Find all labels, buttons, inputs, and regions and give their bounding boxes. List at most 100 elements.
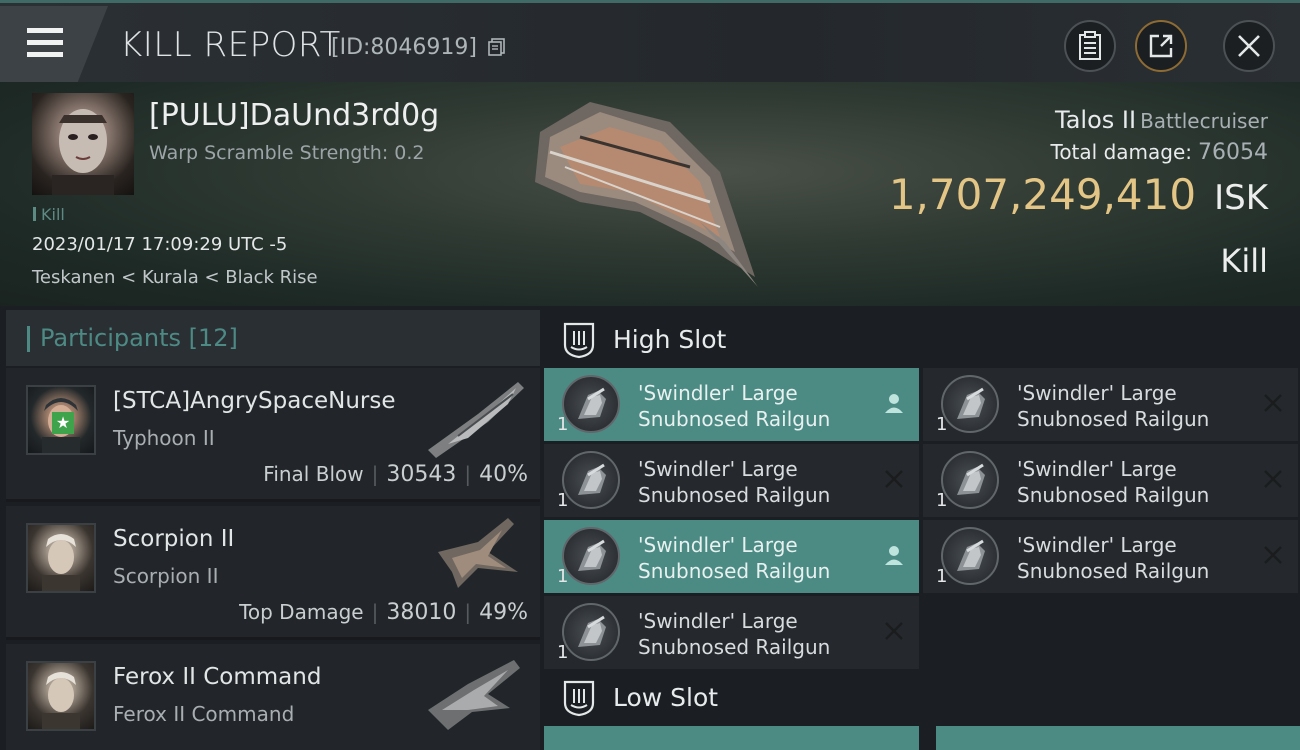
share-icon <box>1149 34 1173 58</box>
participant-percent: 49% <box>479 600 528 625</box>
victim-ship-image[interactable] <box>520 92 770 297</box>
final-blow-star-icon: ★ <box>52 412 74 434</box>
total-damage-label: Total damage: <box>1050 140 1193 164</box>
participant-name: [STCA]AngrySpaceNurse <box>113 388 396 414</box>
warp-scramble: Warp Scramble Strength: 0.2 <box>149 142 425 164</box>
participant-percent: 40% <box>479 462 528 487</box>
module-name-line2: Snubnosed Railgun <box>638 483 831 507</box>
report-button[interactable] <box>1064 20 1116 72</box>
module-name-line2: Snubnosed Railgun <box>638 559 831 583</box>
participant-stats: Final Blow | 30543 | 40% <box>263 462 528 487</box>
participants-label: Participants <box>40 324 181 352</box>
isk-amount: 1,707,249,410 <box>888 170 1197 219</box>
participant-row[interactable]: ★ [STCA]AngrySpaceNurse Typhoon II Final… <box>6 368 540 502</box>
module-quantity: 1 <box>936 414 948 435</box>
module-card[interactable]: 1 'Swindler' Large Snubnosed Railgun <box>544 520 919 593</box>
low-slot-icon <box>563 680 595 717</box>
module-name-line2: Snubnosed Railgun <box>1017 559 1210 583</box>
participant-row[interactable]: Ferox II Command Ferox II Command <box>6 644 540 750</box>
module-name-line1: 'Swindler' Large <box>638 609 798 633</box>
victim-ship-name: Talos II <box>1055 106 1137 134</box>
kill-datetime: 2023/01/17 17:09:29 UTC -5 <box>32 234 288 255</box>
module-name-line2: Snubnosed Railgun <box>1017 407 1210 431</box>
close-button[interactable] <box>1223 20 1275 72</box>
participant-stats: Top Damage | 38010 | 49% <box>239 600 528 625</box>
module-name: 'Swindler' Large Snubnosed Railgun <box>1017 380 1247 432</box>
page-title: KILL REPORT <box>120 25 341 65</box>
destroyed-x-icon <box>1264 546 1282 564</box>
railgun-icon <box>941 451 999 509</box>
low-slot-module[interactable] <box>936 726 1300 750</box>
module-card[interactable]: 1 'Swindler' Large Snubnosed Railgun <box>544 368 919 441</box>
module-quantity: 1 <box>557 642 569 663</box>
railgun-icon <box>941 375 999 433</box>
module-quantity: 1 <box>936 566 948 587</box>
participants-count: [12] <box>188 324 238 352</box>
participant-name: Ferox II Command <box>113 664 322 690</box>
module-name-line1: 'Swindler' Large <box>1017 381 1177 405</box>
participant-ship: Scorpion II <box>113 564 219 588</box>
module-card[interactable]: 1 'Swindler' Large Snubnosed Railgun <box>923 368 1298 441</box>
railgun-icon <box>562 451 620 509</box>
participants-header[interactable]: Participants [12] <box>6 310 540 366</box>
participant-portrait <box>26 661 96 731</box>
module-card[interactable]: 1 'Swindler' Large Snubnosed Railgun <box>544 444 919 517</box>
participants-panel: Participants [12] ★ [STCA]AngrySpaceNurs… <box>6 310 540 750</box>
menu-icon <box>27 28 63 58</box>
report-icon <box>1079 31 1101 60</box>
victim-ship-class: Battlecruiser <box>1140 109 1268 133</box>
railgun-icon <box>562 527 620 585</box>
participant-damage: 38010 <box>386 600 457 625</box>
victim-face-image <box>52 109 114 195</box>
copy-icon[interactable] <box>487 37 507 57</box>
railgun-icon <box>562 603 620 661</box>
module-quantity: 1 <box>936 490 948 511</box>
destroyed-x-icon <box>885 622 903 640</box>
victim-portrait[interactable] <box>32 93 134 195</box>
module-name-line1: 'Swindler' Large <box>638 533 798 557</box>
module-quantity: 1 <box>557 566 569 587</box>
module-name: 'Swindler' Large Snubnosed Railgun <box>638 456 868 508</box>
isk-value: 1,707,249,410 ISK <box>889 170 1268 219</box>
victim-ship[interactable]: Talos II Battlecruiser <box>1055 106 1268 134</box>
participant-tag: Final Blow <box>263 462 364 486</box>
destroyed-x-icon <box>1264 394 1282 412</box>
railgun-icon <box>941 527 999 585</box>
menu-button[interactable] <box>0 6 108 82</box>
high-slot-icon <box>563 322 595 359</box>
module-name-line1: 'Swindler' Large <box>638 457 798 481</box>
participant-ship-image <box>428 660 520 730</box>
dropped-person-icon <box>885 546 903 565</box>
high-slot-header[interactable]: High Slot <box>544 310 1300 368</box>
module-name-line1: 'Swindler' Large <box>638 381 798 405</box>
destroyed-x-icon <box>885 470 903 488</box>
module-name: 'Swindler' Large Snubnosed Railgun <box>1017 532 1247 584</box>
kill-location[interactable]: Teskanen < Kurala < Black Rise <box>32 267 318 288</box>
low-slot-module[interactable] <box>544 726 919 750</box>
title-bar: KILL REPORT [ID:8046919] <box>0 0 1300 82</box>
participant-ship: Typhoon II <box>113 426 215 450</box>
low-slot-header[interactable]: Low Slot <box>544 668 1300 726</box>
low-slot-title: Low Slot <box>613 683 719 712</box>
participant-portrait <box>26 523 96 593</box>
module-name: 'Swindler' Large Snubnosed Railgun <box>638 608 868 660</box>
victim-name[interactable]: [PULU]DaUnd3rd0g <box>149 98 439 133</box>
dropped-person-icon <box>885 394 903 413</box>
participant-row[interactable]: Scorpion II Scorpion II Top Damage | 38010… <box>6 506 540 640</box>
isk-unit: ISK <box>1214 178 1268 218</box>
total-damage: Total damage: 76054 <box>1051 140 1269 165</box>
kill-result: Kill <box>1220 242 1268 280</box>
module-card[interactable]: 1 'Swindler' Large Snubnosed Railgun <box>544 596 919 669</box>
participant-name: Scorpion II <box>113 526 235 552</box>
module-name: 'Swindler' Large Snubnosed Railgun <box>1017 456 1247 508</box>
module-card[interactable]: 1 'Swindler' Large Snubnosed Railgun <box>923 520 1298 593</box>
total-damage-value: 76054 <box>1198 140 1268 165</box>
module-name-line1: 'Swindler' Large <box>1017 457 1177 481</box>
module-quantity: 1 <box>557 490 569 511</box>
module-card[interactable]: 1 'Swindler' Large Snubnosed Railgun <box>923 444 1298 517</box>
module-name: 'Swindler' Large Snubnosed Railgun <box>638 380 868 432</box>
module-name-line1: 'Swindler' Large <box>1017 533 1177 557</box>
module-name-line2: Snubnosed Railgun <box>638 635 831 659</box>
share-button[interactable] <box>1135 20 1187 72</box>
railgun-icon <box>562 375 620 433</box>
